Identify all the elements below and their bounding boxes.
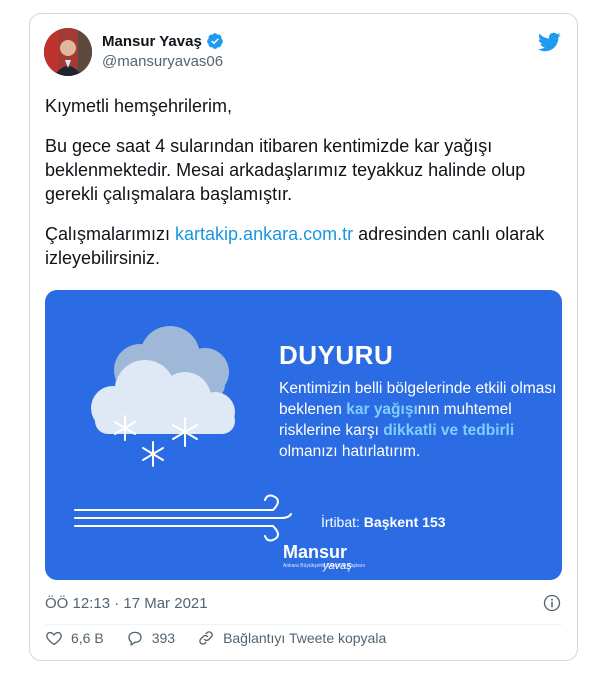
link-icon bbox=[199, 631, 213, 645]
reply-count: 393 bbox=[151, 630, 176, 646]
copy-link-button[interactable]: Bağlantıyı Tweete kopyala bbox=[197, 629, 386, 647]
tweet-actions: 6,6 B 393 Bağlantıyı Tweete kopyala bbox=[45, 629, 408, 647]
tweet-text-span: Çalışmalarımızı bbox=[45, 224, 176, 244]
like-button[interactable]: 6,6 B bbox=[45, 629, 104, 647]
author-handle[interactable]: @mansuryavas06 bbox=[102, 53, 223, 70]
announcement-title: DUYURU bbox=[279, 340, 394, 370]
announcement-highlight: dikkatli ve tedbirli bbox=[383, 422, 515, 439]
author-display-name[interactable]: Mansur Yavaş bbox=[102, 33, 202, 50]
tweet-paragraph: Kıymetli hemşehrilerim, bbox=[45, 96, 233, 116]
copy-link-label: Bağlantıyı Tweete kopyala bbox=[223, 630, 387, 646]
signature-logo-script: yavaş bbox=[323, 560, 352, 572]
verified-badge-icon bbox=[206, 33, 223, 49]
tweet-text: Kıymetli hemşehrilerim, Bu gece saat 4 s… bbox=[45, 94, 565, 286]
contact-label: İrtibat: bbox=[321, 514, 364, 530]
announcement-contact: İrtibat: Başkent 153 bbox=[321, 514, 446, 530]
reply-button[interactable]: 393 bbox=[126, 629, 175, 647]
like-count: 6,6 B bbox=[71, 630, 104, 646]
snowflake-icon bbox=[142, 441, 164, 467]
tweet-paragraph: Çalışmalarımızı kartakip.ankara.com.tr a… bbox=[45, 222, 565, 270]
announcement-text: olmanızı hatırlatırım. bbox=[279, 443, 421, 460]
tweet-paragraph: Bu gece saat 4 sularından itibaren kenti… bbox=[45, 136, 526, 204]
avatar[interactable] bbox=[44, 28, 92, 76]
announcement-highlight: kar yağışı bbox=[346, 401, 418, 418]
tweet-media-image[interactable]: DUYURU Kentimizin belli bölgelerinde etk… bbox=[45, 290, 562, 580]
twitter-bird-icon[interactable] bbox=[537, 30, 561, 54]
tweet-link[interactable]: kartakip.ankara.com.tr bbox=[175, 224, 353, 244]
announcement-body: Kentimizin belli bölgelerinde etkili olm… bbox=[279, 378, 559, 462]
avatar-image bbox=[44, 28, 92, 76]
divider bbox=[45, 624, 562, 625]
info-icon[interactable] bbox=[543, 594, 561, 612]
tweet-timestamp[interactable]: ÖÖ 12:13 · 17 Mar 2021 bbox=[45, 595, 208, 612]
wind-icon bbox=[74, 494, 292, 542]
reply-bubble-icon bbox=[128, 631, 142, 646]
tweet-card: Mansur Yavaş @mansuryavas06 Kıymetli hem… bbox=[29, 13, 578, 661]
heart-icon bbox=[46, 631, 62, 646]
contact-value: Başkent 153 bbox=[363, 514, 446, 530]
author-name-row[interactable]: Mansur Yavaş bbox=[102, 32, 224, 50]
